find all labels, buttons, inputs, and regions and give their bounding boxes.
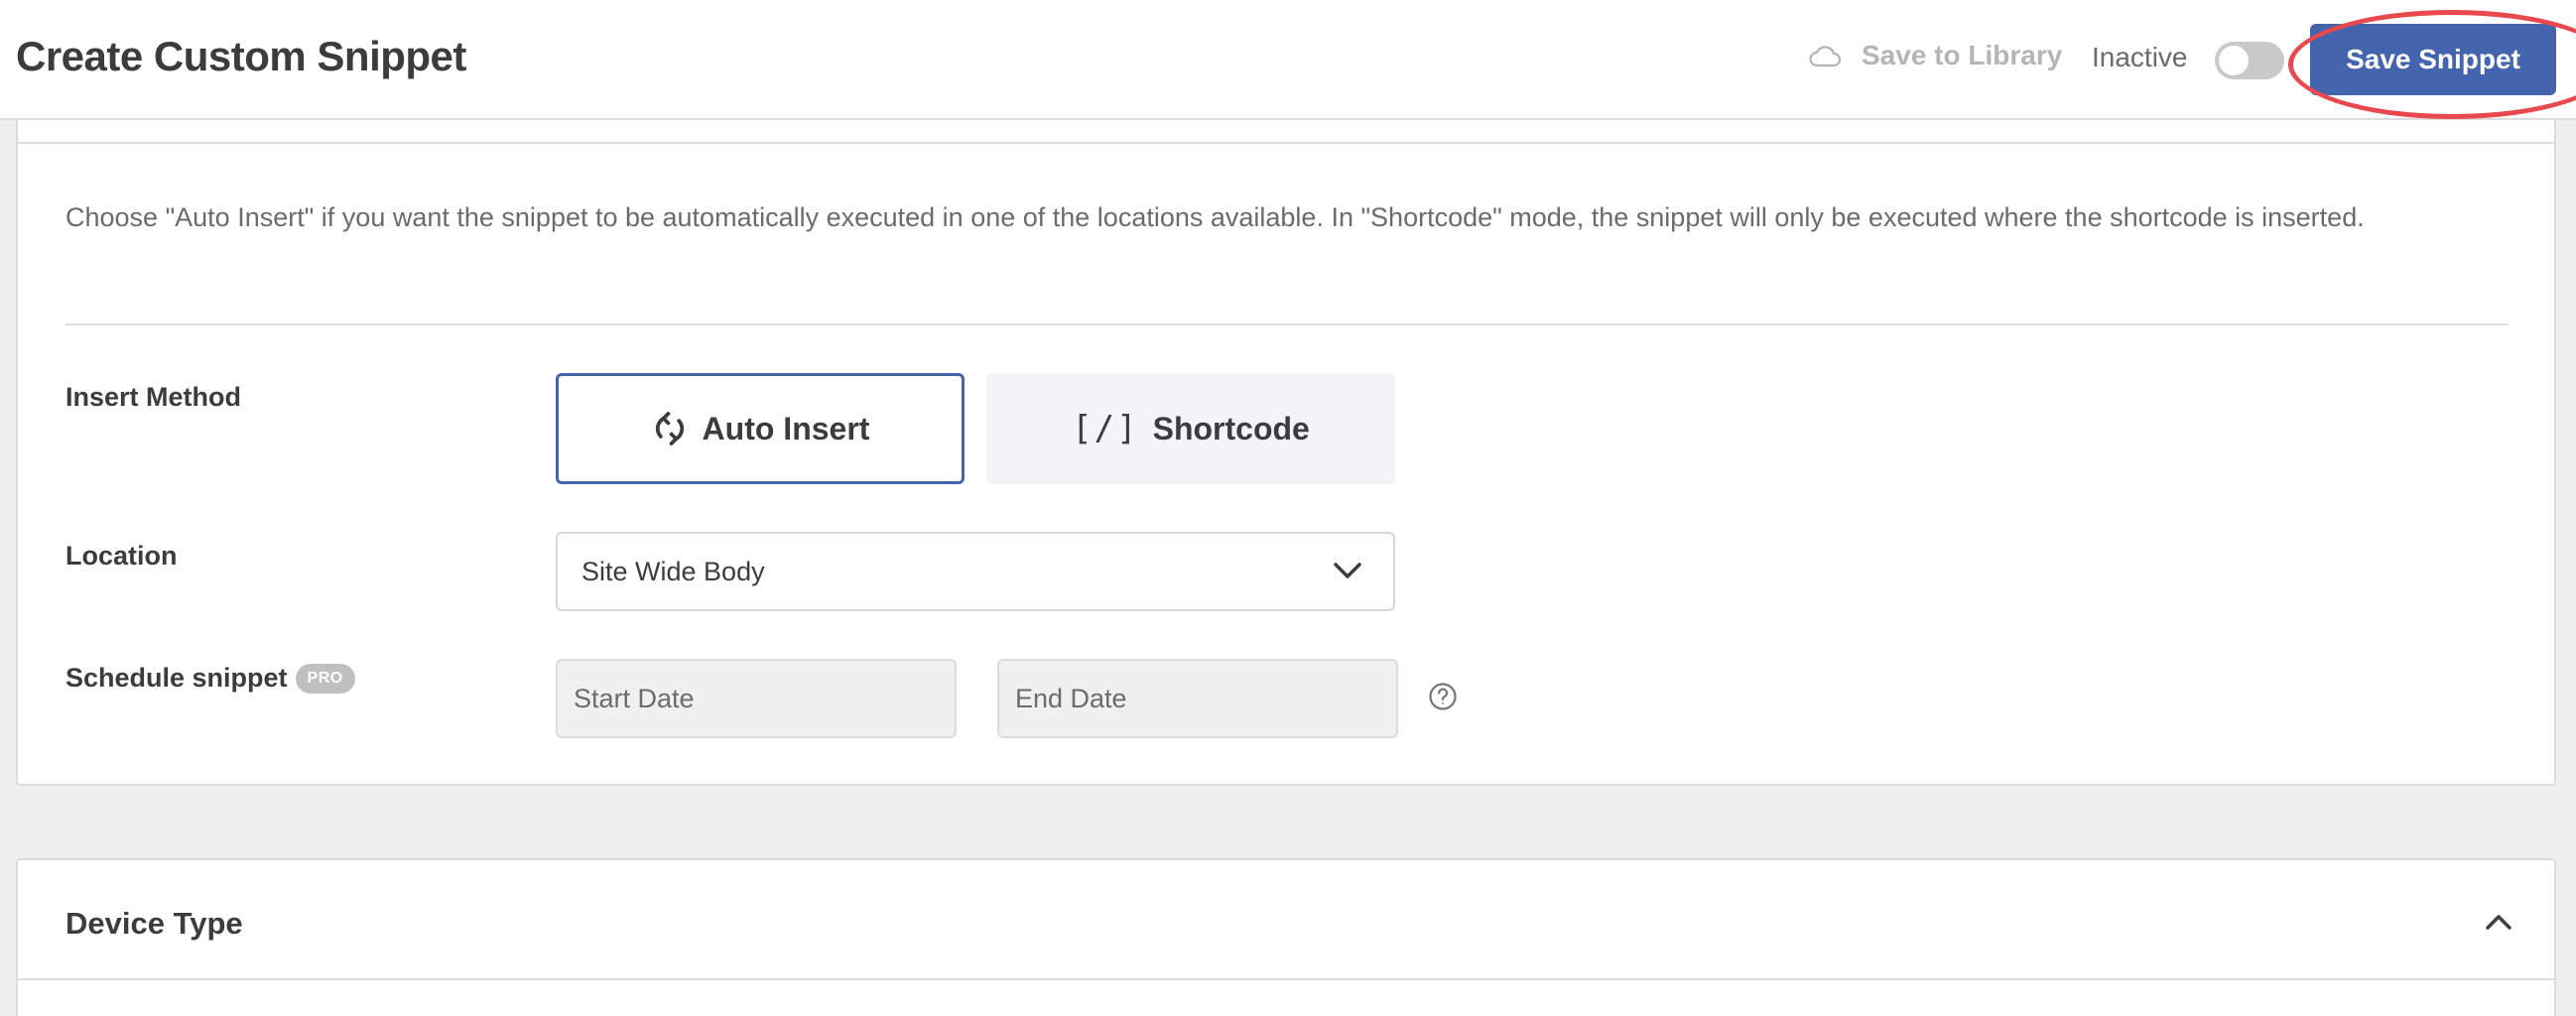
insert-method-description: Choose "Auto Insert" if you want the sni… [65,202,2365,232]
page-title: Create Custom Snippet [16,33,466,79]
end-date-input[interactable] [997,659,1398,738]
refresh-icon [655,412,684,445]
save-to-library-button[interactable]: Save to Library [1808,40,2062,71]
insert-method-label-text: Insert Method [65,382,242,412]
device-type-card: Device Type [16,858,2556,1016]
auto-insert-label: Auto Insert [702,410,870,446]
device-type-title: Device Type [65,906,243,941]
chevron-down-icon [1334,563,1361,578]
section-divider [18,142,2554,144]
location-label: Location [65,541,178,572]
active-status-label: Inactive [2092,42,2188,72]
save-to-library-label: Save to Library [1862,40,2063,70]
shortcode-label: Shortcode [1152,410,1310,446]
cloud-icon [1809,46,1842,67]
chevron-up-icon[interactable] [2485,912,2512,932]
active-toggle[interactable] [2215,42,2284,79]
auto-insert-option[interactable]: Auto Insert [556,373,965,484]
insert-method-label: Insert Method [65,382,241,413]
device-type-header[interactable]: Device Type [18,860,2554,980]
location-value: Site Wide Body [581,556,765,586]
schedule-label-text: Schedule snippet [65,663,288,693]
insertion-panel: Choose "Auto Insert" if you want the sni… [16,99,2556,786]
divider [65,323,2509,325]
toggle-knob [2219,46,2249,75]
help-icon[interactable] [1428,682,1458,711]
shortcode-option[interactable]: [/] Shortcode [986,373,1395,484]
shortcode-icon: [/] [1072,409,1139,448]
start-date-input[interactable] [556,659,957,738]
save-snippet-button[interactable]: Save Snippet [2310,24,2556,95]
location-select[interactable]: Site Wide Body [556,532,1395,611]
top-bar: Create Custom Snippet Save to Library In… [0,0,2576,120]
schedule-label: Schedule snippet PRO [65,663,355,694]
location-label-text: Location [65,541,178,571]
pro-badge: PRO [295,663,355,694]
